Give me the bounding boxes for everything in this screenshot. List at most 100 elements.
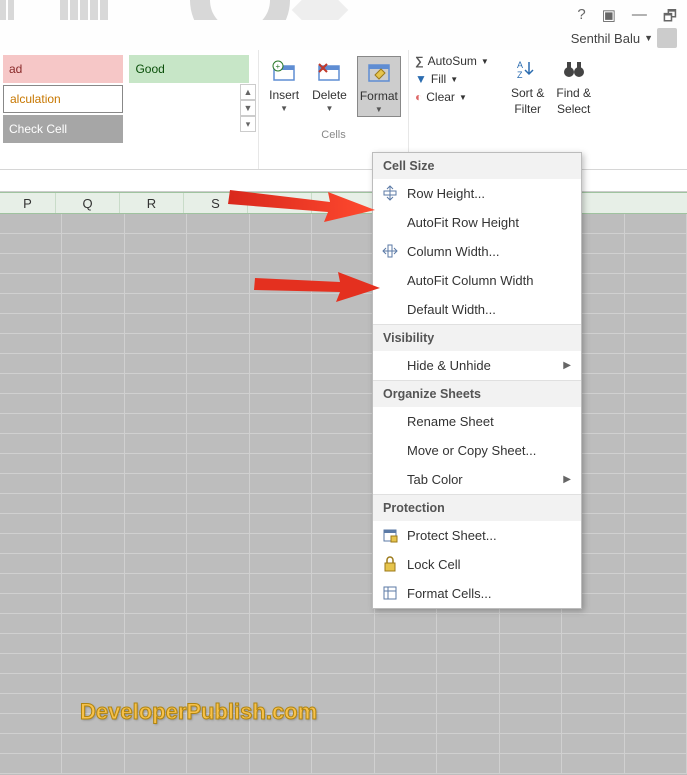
- grid-cell[interactable]: [125, 374, 187, 394]
- grid-cell[interactable]: [312, 394, 374, 414]
- grid-cell[interactable]: [625, 494, 687, 514]
- grid-cell[interactable]: [125, 614, 187, 634]
- grid-row[interactable]: [0, 474, 687, 494]
- grid-row[interactable]: [0, 314, 687, 334]
- menu-column-width[interactable]: Column Width...: [373, 237, 581, 266]
- grid-row[interactable]: [0, 454, 687, 474]
- grid-cell[interactable]: [312, 554, 374, 574]
- grid-cell[interactable]: [312, 654, 374, 674]
- menu-format-cells[interactable]: Format Cells...: [373, 579, 581, 608]
- grid-cell[interactable]: [437, 714, 499, 734]
- grid-cell[interactable]: [0, 434, 62, 454]
- grid-cell[interactable]: [62, 294, 124, 314]
- grid-cell[interactable]: [0, 654, 62, 674]
- grid-cell[interactable]: [437, 634, 499, 654]
- grid-cell[interactable]: [0, 554, 62, 574]
- menu-autofit-row-height[interactable]: AutoFit Row Height: [373, 208, 581, 237]
- grid-row[interactable]: [0, 234, 687, 254]
- grid-cell[interactable]: [125, 594, 187, 614]
- grid-cell[interactable]: [250, 754, 312, 774]
- grid-cell[interactable]: [250, 374, 312, 394]
- grid-cell[interactable]: [437, 674, 499, 694]
- grid-cell[interactable]: [562, 654, 624, 674]
- grid-cell[interactable]: [625, 274, 687, 294]
- grid-cell[interactable]: [250, 634, 312, 654]
- grid-cell[interactable]: [312, 434, 374, 454]
- grid-cell[interactable]: [625, 234, 687, 254]
- grid-cell[interactable]: [62, 354, 124, 374]
- user-account[interactable]: Senthil Balu ▼: [571, 28, 677, 48]
- col-header[interactable]: P: [0, 193, 56, 213]
- grid-cell[interactable]: [0, 594, 62, 614]
- grid-cell[interactable]: [375, 634, 437, 654]
- grid-cell[interactable]: [62, 414, 124, 434]
- grid-cell[interactable]: [0, 254, 62, 274]
- grid-cell[interactable]: [437, 654, 499, 674]
- grid-cell[interactable]: [562, 614, 624, 634]
- grid-row[interactable]: [0, 634, 687, 654]
- grid-cell[interactable]: [0, 414, 62, 434]
- grid-row[interactable]: [0, 394, 687, 414]
- grid-cell[interactable]: [250, 514, 312, 534]
- grid-cell[interactable]: [625, 674, 687, 694]
- grid-cell[interactable]: [0, 454, 62, 474]
- grid-row[interactable]: [0, 614, 687, 634]
- grid-cell[interactable]: [62, 554, 124, 574]
- grid-cell[interactable]: [625, 634, 687, 654]
- grid-cell[interactable]: [500, 614, 562, 634]
- autosum-button[interactable]: ∑ AutoSum ▼: [415, 54, 505, 68]
- grid-cell[interactable]: [0, 314, 62, 334]
- grid-cell[interactable]: [312, 494, 374, 514]
- grid-cell[interactable]: [250, 574, 312, 594]
- grid-cell[interactable]: [250, 494, 312, 514]
- menu-hide-unhide[interactable]: Hide & Unhide ▶: [373, 351, 581, 380]
- grid-cell[interactable]: [0, 514, 62, 534]
- scroll-up-icon[interactable]: ▲: [240, 84, 256, 100]
- grid-cell[interactable]: [312, 754, 374, 774]
- format-button[interactable]: Format ▼: [357, 56, 401, 117]
- grid-cell[interactable]: [500, 694, 562, 714]
- grid-cell[interactable]: [0, 574, 62, 594]
- grid-cell[interactable]: [562, 634, 624, 654]
- grid-cell[interactable]: [125, 474, 187, 494]
- menu-protect-sheet[interactable]: Protect Sheet...: [373, 521, 581, 550]
- grid-cell[interactable]: [625, 614, 687, 634]
- grid-cell[interactable]: [500, 714, 562, 734]
- sort-filter-button[interactable]: AZ Sort & Filter: [509, 54, 546, 118]
- menu-autofit-column-width[interactable]: AutoFit Column Width: [373, 266, 581, 295]
- grid-row[interactable]: [0, 434, 687, 454]
- grid-cell[interactable]: [0, 474, 62, 494]
- grid-cell[interactable]: [625, 594, 687, 614]
- grid-cell[interactable]: [62, 454, 124, 474]
- grid-cell[interactable]: [437, 614, 499, 634]
- grid-cell[interactable]: [500, 734, 562, 754]
- menu-move-copy-sheet[interactable]: Move or Copy Sheet...: [373, 436, 581, 465]
- insert-button[interactable]: + Insert ▼: [266, 56, 302, 117]
- grid-cell[interactable]: [187, 574, 249, 594]
- grid-cell[interactable]: [187, 294, 249, 314]
- grid-cell[interactable]: [250, 234, 312, 254]
- grid-cell[interactable]: [187, 334, 249, 354]
- grid-cell[interactable]: [312, 574, 374, 594]
- grid-cell[interactable]: [500, 634, 562, 654]
- grid-row[interactable]: [0, 734, 687, 754]
- grid-cell[interactable]: [625, 414, 687, 434]
- grid-cell[interactable]: [187, 514, 249, 534]
- clear-button[interactable]: ◐ Clear ▼: [415, 90, 505, 104]
- grid-cell[interactable]: [187, 654, 249, 674]
- grid-cell[interactable]: [312, 674, 374, 694]
- grid-cell[interactable]: [500, 754, 562, 774]
- grid-cell[interactable]: [375, 734, 437, 754]
- grid-cell[interactable]: [187, 594, 249, 614]
- grid-cell[interactable]: [312, 374, 374, 394]
- grid-cell[interactable]: [625, 534, 687, 554]
- grid-cell[interactable]: [250, 434, 312, 454]
- grid-cell[interactable]: [62, 654, 124, 674]
- grid-row[interactable]: [0, 514, 687, 534]
- grid-cell[interactable]: [62, 234, 124, 254]
- grid-cell[interactable]: [187, 454, 249, 474]
- grid-cell[interactable]: [0, 494, 62, 514]
- grid-cell[interactable]: [187, 474, 249, 494]
- grid-cell[interactable]: [62, 494, 124, 514]
- grid-cell[interactable]: [125, 554, 187, 574]
